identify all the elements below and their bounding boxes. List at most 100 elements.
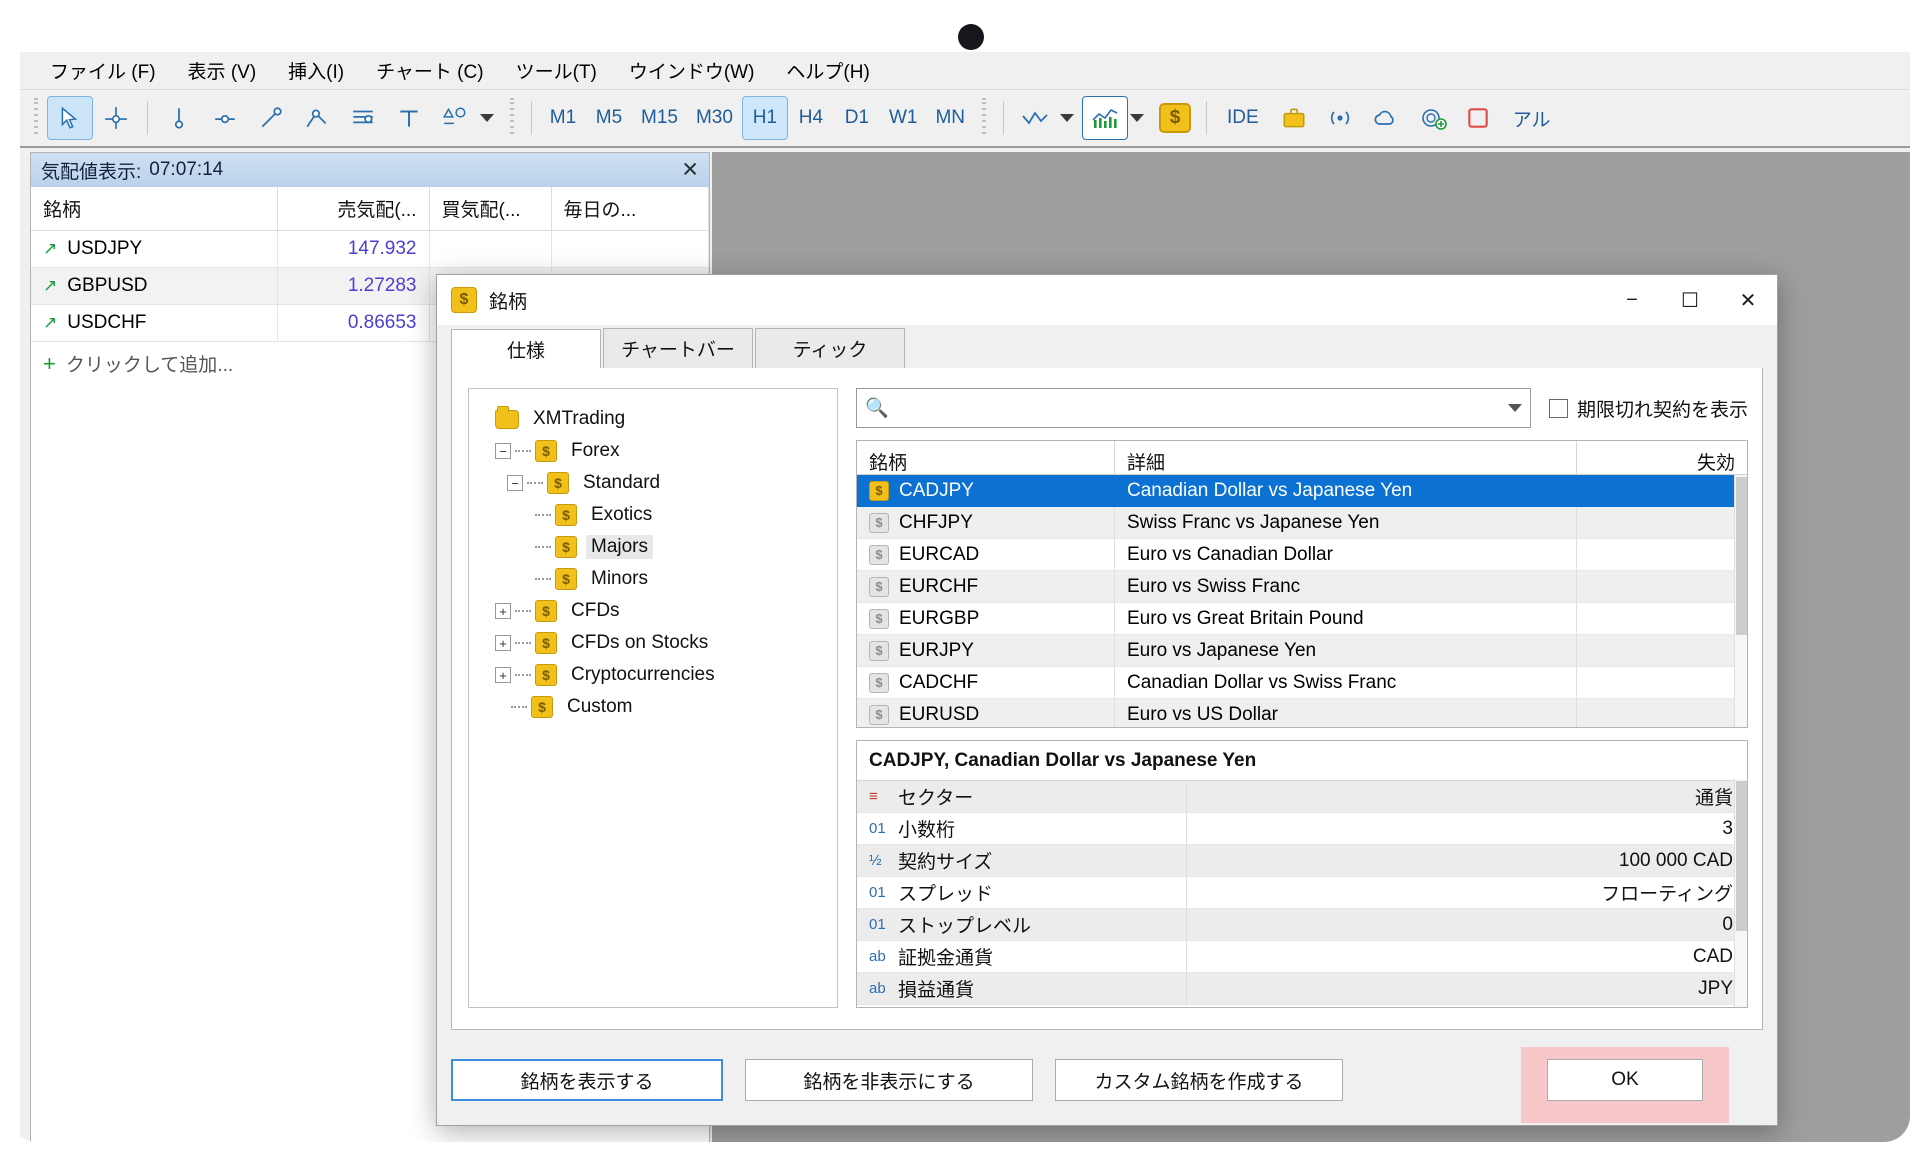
chevron-down-icon[interactable] xyxy=(1507,404,1522,412)
column-header-symbol[interactable]: 銘柄 xyxy=(31,187,278,231)
menu-help[interactable]: ヘルプ(H) xyxy=(770,53,885,88)
expand-icon[interactable]: + xyxy=(495,667,511,683)
dialog-titlebar[interactable]: $ 銘柄 − ☐ ✕ xyxy=(437,275,1777,325)
cloud-icon[interactable] xyxy=(1363,96,1409,140)
tab-specification[interactable]: 仕様 xyxy=(451,329,601,369)
expand-icon[interactable]: + xyxy=(495,603,511,619)
shapes-dropdown-caret[interactable] xyxy=(480,114,494,122)
menu-insert[interactable]: 挿入(I) xyxy=(272,53,360,88)
column-header-description[interactable]: 詳細 xyxy=(1115,441,1577,474)
briefcase-icon[interactable] xyxy=(1271,96,1317,140)
table-row[interactable]: ↗ USDJPY 147.932 xyxy=(31,230,709,268)
menu-chart[interactable]: チャート (C) xyxy=(360,53,499,88)
tree-node-cryptocurrencies[interactable]: + $ Cryptocurrencies xyxy=(479,659,837,691)
cursor-icon[interactable] xyxy=(47,96,93,140)
expand-icon[interactable]: + xyxy=(495,635,511,651)
column-header-symbol[interactable]: 銘柄 xyxy=(857,441,1115,474)
create-custom-symbol-button[interactable]: カスタム銘柄を作成する xyxy=(1055,1059,1343,1101)
tree-node-majors[interactable]: $ Majors xyxy=(479,531,837,563)
polyline-icon[interactable] xyxy=(294,96,340,140)
collapse-icon[interactable]: − xyxy=(507,475,523,491)
signal-icon[interactable] xyxy=(1317,96,1363,140)
timeframe-m5[interactable]: M5 xyxy=(586,96,632,140)
column-header-ask[interactable]: 売気配(... xyxy=(277,187,430,231)
search-input[interactable] xyxy=(896,396,1500,420)
vps-icon[interactable] xyxy=(1409,96,1455,140)
tab-tick[interactable]: ティック xyxy=(755,328,905,368)
table-row[interactable]: $ CHFJPY Swiss Franc vs Japanese Yen xyxy=(857,507,1747,539)
symbol-list-scrollbar[interactable] xyxy=(1734,475,1747,727)
menu-view[interactable]: 表示 (V) xyxy=(172,53,273,88)
tree-node-forex[interactable]: − $ Forex xyxy=(479,435,837,467)
column-header-bid[interactable]: 買気配(... xyxy=(429,187,552,231)
show-expired-checkbox[interactable]: 期限切れ契約を表示 xyxy=(1548,395,1748,422)
crosshair-icon[interactable] xyxy=(93,96,139,140)
detail-key: ab 証拠金通貨 xyxy=(857,941,1187,973)
search-combobox[interactable]: 🔍 xyxy=(856,388,1531,428)
timeframe-h4[interactable]: H4 xyxy=(788,96,834,140)
ide-button[interactable]: IDE xyxy=(1215,107,1271,129)
timeframe-h1[interactable]: H1 xyxy=(741,96,788,140)
details-scrollbar[interactable] xyxy=(1734,779,1747,1007)
vertical-line-icon[interactable] xyxy=(156,96,202,140)
tree-node-xmtrading[interactable]: XMTrading xyxy=(479,403,837,435)
timeframe-mn[interactable]: MN xyxy=(926,96,974,140)
minimize-icon[interactable]: − xyxy=(1603,275,1661,325)
table-row[interactable]: $ EURUSD Euro vs US Dollar xyxy=(857,699,1747,727)
timeframe-m1[interactable]: M1 xyxy=(540,96,586,140)
timeframe-m30[interactable]: M30 xyxy=(687,96,742,140)
line-chart-dropdown-caret[interactable] xyxy=(1060,114,1074,122)
table-row[interactable]: $ EURCAD Euro vs Canadian Dollar xyxy=(857,539,1747,571)
timeframe-d1[interactable]: D1 xyxy=(834,96,880,140)
mt5-application-window: ファイル (F) 表示 (V) 挿入(I) チャート (C) ツール(T) ウイ… xyxy=(20,52,1910,1142)
table-row[interactable]: $ EURGBP Euro vs Great Britain Pound xyxy=(857,603,1747,635)
market-watch-header-row: 銘柄 売気配(... 買気配(... 毎日の... xyxy=(31,187,709,231)
candlestick-dropdown-caret[interactable] xyxy=(1130,114,1144,122)
fibonacci-icon[interactable] xyxy=(340,96,386,140)
trendline-icon[interactable] xyxy=(248,96,294,140)
description-cell: Euro vs Swiss Franc xyxy=(1115,571,1577,603)
table-row[interactable]: $ CADJPY Canadian Dollar vs Japanese Yen xyxy=(857,475,1747,507)
tree-node-cfds-on-stocks[interactable]: + $ CFDs on Stocks xyxy=(479,627,837,659)
table-row[interactable]: $ EURCHF Euro vs Swiss Franc xyxy=(857,571,1747,603)
alert-icon[interactable] xyxy=(1455,96,1501,140)
symbol-group-tree[interactable]: XMTrading − $ Forex − $ Standard $ Exoti… xyxy=(468,388,838,1008)
checkbox-icon[interactable] xyxy=(1548,398,1568,418)
column-header-expiry[interactable]: 失効 xyxy=(1577,441,1747,474)
tab-chart-bar[interactable]: チャートバー xyxy=(603,328,753,368)
maximize-icon[interactable]: ☐ xyxy=(1661,275,1719,325)
tree-node-minors[interactable]: $ Minors xyxy=(479,563,837,595)
detail-row-margin-currency: ab 証拠金通貨 CAD xyxy=(857,941,1747,973)
scrollbar-thumb[interactable] xyxy=(1736,477,1747,635)
alert-label[interactable]: アル xyxy=(1501,105,1563,132)
symbol-list[interactable]: 銘柄 詳細 失効 $ CADJPY Canadian Dollar vs Japa… xyxy=(856,440,1748,728)
hide-symbol-button[interactable]: 銘柄を非表示にする xyxy=(745,1059,1033,1101)
timeframe-w1[interactable]: W1 xyxy=(880,96,927,140)
tree-node-cfds[interactable]: + $ CFDs xyxy=(479,595,837,627)
menu-file[interactable]: ファイル (F) xyxy=(34,53,172,88)
scrollbar-thumb[interactable] xyxy=(1736,781,1747,931)
timeframe-m15[interactable]: M15 xyxy=(632,96,687,140)
shapes-icon[interactable] xyxy=(432,96,478,140)
toolbar-grip[interactable] xyxy=(32,98,41,138)
menu-tools[interactable]: ツール(T) xyxy=(500,53,613,88)
close-icon[interactable]: ✕ xyxy=(1719,275,1777,325)
menu-window[interactable]: ウインドウ(W) xyxy=(613,53,771,88)
table-row[interactable]: $ CADCHF Canadian Dollar vs Swiss Franc xyxy=(857,667,1747,699)
show-symbol-button[interactable]: 銘柄を表示する xyxy=(451,1059,723,1101)
column-header-daily[interactable]: 毎日の... xyxy=(551,187,709,231)
toolbar-grip-3[interactable] xyxy=(980,98,989,138)
horizontal-line-icon[interactable] xyxy=(202,96,248,140)
line-chart-icon[interactable] xyxy=(1012,96,1058,140)
collapse-icon[interactable]: − xyxy=(495,443,511,459)
candlestick-chart-icon[interactable] xyxy=(1082,96,1128,140)
tree-node-custom[interactable]: $ Custom xyxy=(479,691,837,723)
ok-button[interactable]: OK xyxy=(1547,1059,1703,1101)
text-icon[interactable] xyxy=(386,96,432,140)
tree-node-standard[interactable]: − $ Standard xyxy=(479,467,837,499)
tree-node-exotics[interactable]: $ Exotics xyxy=(479,499,837,531)
close-icon[interactable]: ✕ xyxy=(681,160,699,181)
dollar-icon[interactable]: $ xyxy=(1152,96,1198,140)
toolbar-grip-2[interactable] xyxy=(508,98,517,138)
table-row[interactable]: $ EURJPY Euro vs Japanese Yen xyxy=(857,635,1747,667)
